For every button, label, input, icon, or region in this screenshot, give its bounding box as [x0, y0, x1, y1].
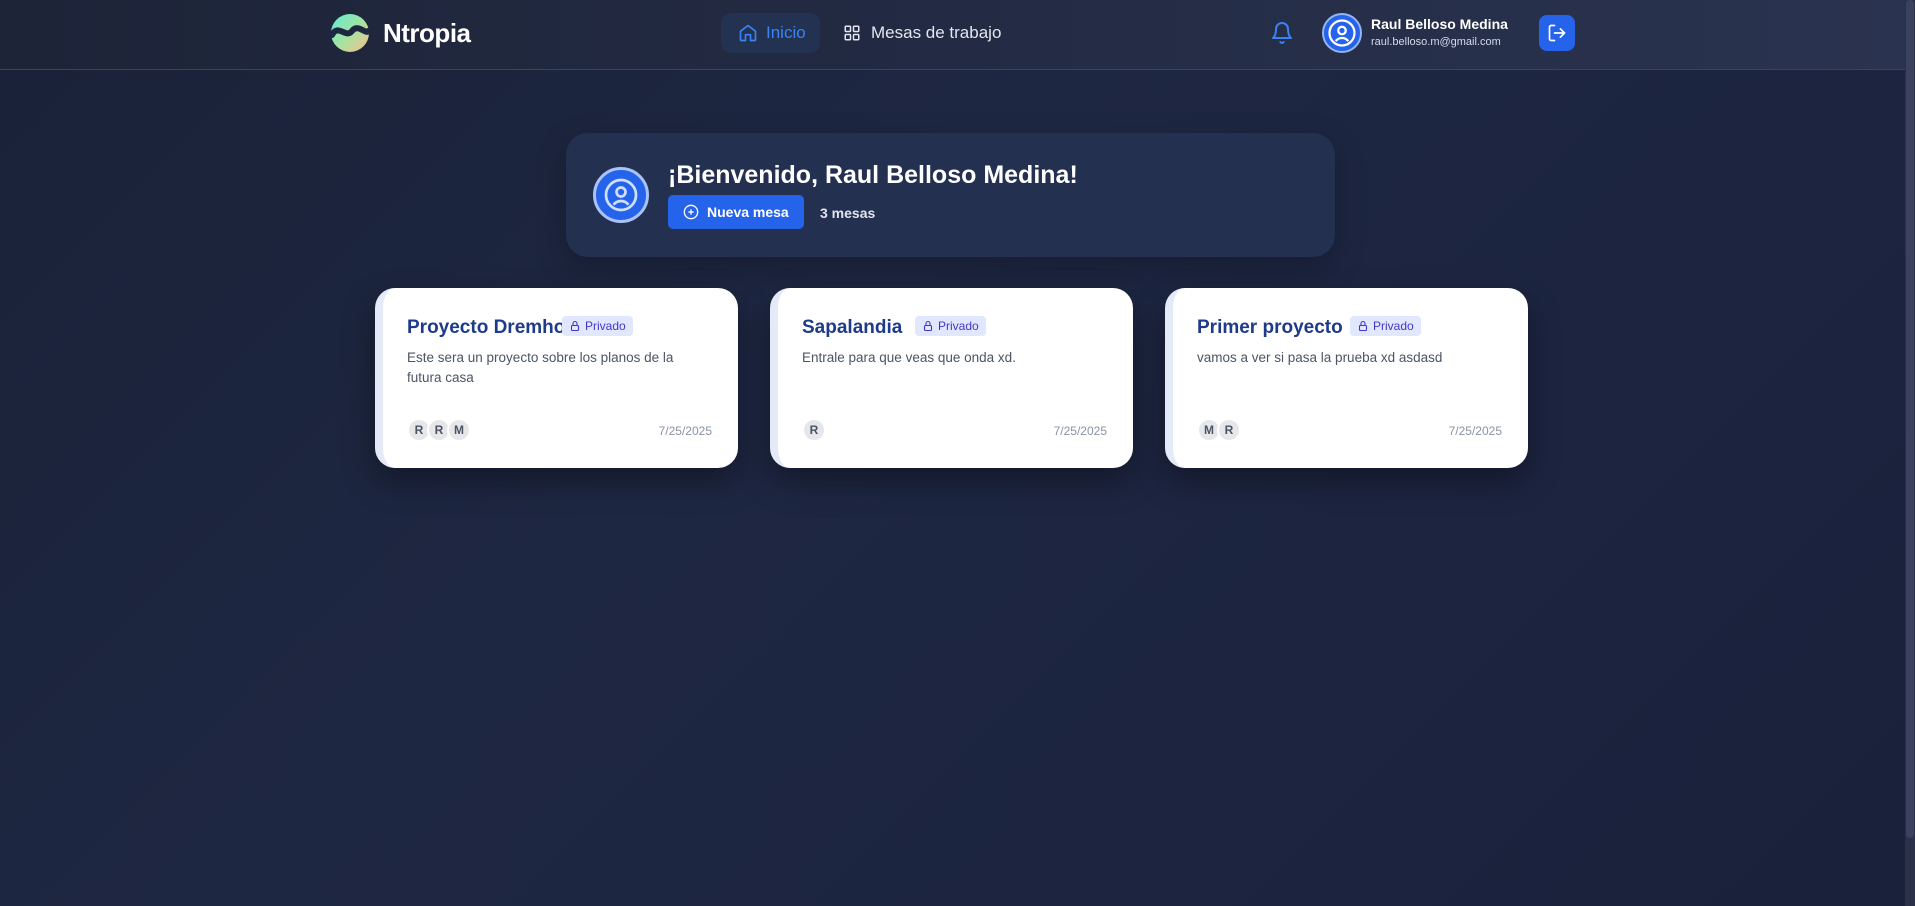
lock-icon	[923, 320, 933, 332]
member-avatars: M R	[1197, 418, 1241, 442]
member-avatar: R	[802, 418, 826, 442]
badge-label: Privado	[1373, 319, 1414, 333]
status-badge: Privado	[915, 316, 986, 336]
lock-icon	[570, 320, 580, 332]
member-avatars: R	[802, 418, 826, 442]
user-email: raul.belloso.m@gmail.com	[1371, 36, 1501, 48]
top-navbar: Ntropia Inicio Mesas de trabajo Raul Bel…	[0, 0, 1905, 70]
nueva-mesa-button[interactable]: Nueva mesa	[668, 195, 804, 229]
mesa-count: 3 mesas	[820, 205, 876, 221]
brand-name[interactable]: Ntropia	[383, 18, 471, 49]
card-date: 7/25/2025	[1053, 424, 1107, 438]
welcome-avatar	[593, 167, 649, 223]
badge-label: Privado	[938, 319, 979, 333]
bell-icon[interactable]	[1270, 20, 1294, 46]
card-description: Este sera un proyecto sobre los planos d…	[407, 350, 674, 385]
card-description: vamos a ver si pasa la prueba xd asdasd	[1197, 350, 1443, 365]
card-date: 7/25/2025	[1448, 424, 1502, 438]
welcome-panel: ¡Bienvenido, Raul Belloso Medina! Nueva …	[566, 133, 1335, 257]
card-description: Entrale para que veas que onda xd.	[802, 350, 1016, 365]
scrollbar-thumb[interactable]	[1906, 0, 1914, 838]
logout-button[interactable]	[1539, 15, 1575, 51]
ntropia-logo[interactable]	[326, 13, 374, 53]
nav-inicio-label: Inicio	[766, 23, 806, 42]
mesa-card[interactable]: Sapalandia Privado Entrale para que veas…	[770, 288, 1133, 468]
nueva-mesa-label: Nueva mesa	[707, 204, 789, 220]
mesa-card[interactable]: Primer proyecto Privado vamos a ver si p…	[1165, 288, 1528, 468]
nav-inicio[interactable]: Inicio	[721, 13, 820, 53]
member-avatar: M	[447, 418, 471, 442]
card-title: Proyecto Dremhous	[407, 317, 588, 338]
nav-mesas-label: Mesas de trabajo	[871, 23, 1002, 42]
nav-mesas-de-trabajo[interactable]: Mesas de trabajo	[843, 13, 1001, 53]
welcome-title: ¡Bienvenido, Raul Belloso Medina!	[668, 161, 1078, 189]
scrollbar[interactable]	[1905, 0, 1915, 906]
status-badge: Privado	[1350, 316, 1421, 336]
user-circle-icon	[604, 178, 638, 212]
user-avatar[interactable]	[1322, 13, 1362, 53]
home-icon	[739, 24, 757, 42]
card-date: 7/25/2025	[658, 424, 712, 438]
member-avatars: R R M	[407, 418, 471, 442]
badge-label: Privado	[585, 319, 626, 333]
lock-icon	[1358, 320, 1368, 332]
member-avatar: R	[1217, 418, 1241, 442]
status-badge: Privado	[562, 316, 633, 336]
user-circle-icon	[1328, 19, 1356, 47]
user-name: Raul Belloso Medina	[1371, 16, 1508, 32]
grid-icon	[844, 25, 860, 41]
card-title: Primer proyecto	[1197, 317, 1343, 338]
plus-circle-icon	[683, 204, 699, 220]
mesa-card[interactable]: Proyecto Dremhous Privado Este sera un p…	[375, 288, 738, 468]
logout-icon	[1548, 24, 1566, 42]
card-title: Sapalandia	[802, 317, 903, 338]
